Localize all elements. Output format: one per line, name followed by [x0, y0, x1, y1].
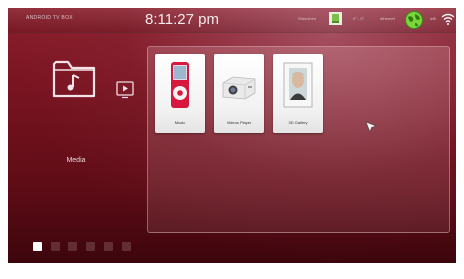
app-tile-3d-gallery[interactable]: 3D Gallery: [273, 54, 323, 133]
weather-temperature: 0° - 0°: [353, 16, 365, 21]
play-icon[interactable]: [116, 81, 134, 99]
mouse-cursor-icon: [365, 121, 377, 133]
wifi-icon: [441, 13, 455, 25]
weather-icon: [329, 12, 342, 25]
category-label[interactable]: Media: [56, 157, 96, 164]
ethernet-label: ethernet: [380, 16, 395, 21]
weather-city: Shenzhen: [298, 16, 317, 21]
page-dot-6[interactable]: [122, 242, 131, 251]
globe-icon: [405, 11, 423, 29]
app-label-3d-gallery: 3D Gallery: [288, 120, 308, 125]
projector-icon: [222, 76, 256, 100]
app-tile-videos-player[interactable]: Videos Player: [214, 54, 264, 133]
photo-frame-icon: [283, 62, 313, 108]
page-dot-1[interactable]: [33, 242, 42, 251]
app-tile-music[interactable]: Music: [155, 54, 205, 133]
clock: 8:11:27 pm: [145, 11, 219, 28]
wifi-label: wifi: [430, 16, 436, 21]
music-player-icon: [171, 62, 189, 108]
page-dot-2[interactable]: [51, 242, 60, 251]
media-folder-icon[interactable]: [52, 56, 96, 98]
tv-launcher-screen: ANDROID TV BOX 8:11:27 pm Shenzhen 0° - …: [8, 8, 456, 263]
page-dot-3[interactable]: [68, 242, 77, 251]
app-label-music: Music: [174, 120, 186, 125]
status-bar: ANDROID TV BOX 8:11:27 pm Shenzhen 0° - …: [8, 8, 456, 33]
page-dot-5[interactable]: [104, 242, 113, 251]
brand-label: ANDROID TV BOX: [26, 15, 73, 21]
page-dot-4[interactable]: [86, 242, 95, 251]
app-label-videos-player: Videos Player: [226, 120, 252, 125]
